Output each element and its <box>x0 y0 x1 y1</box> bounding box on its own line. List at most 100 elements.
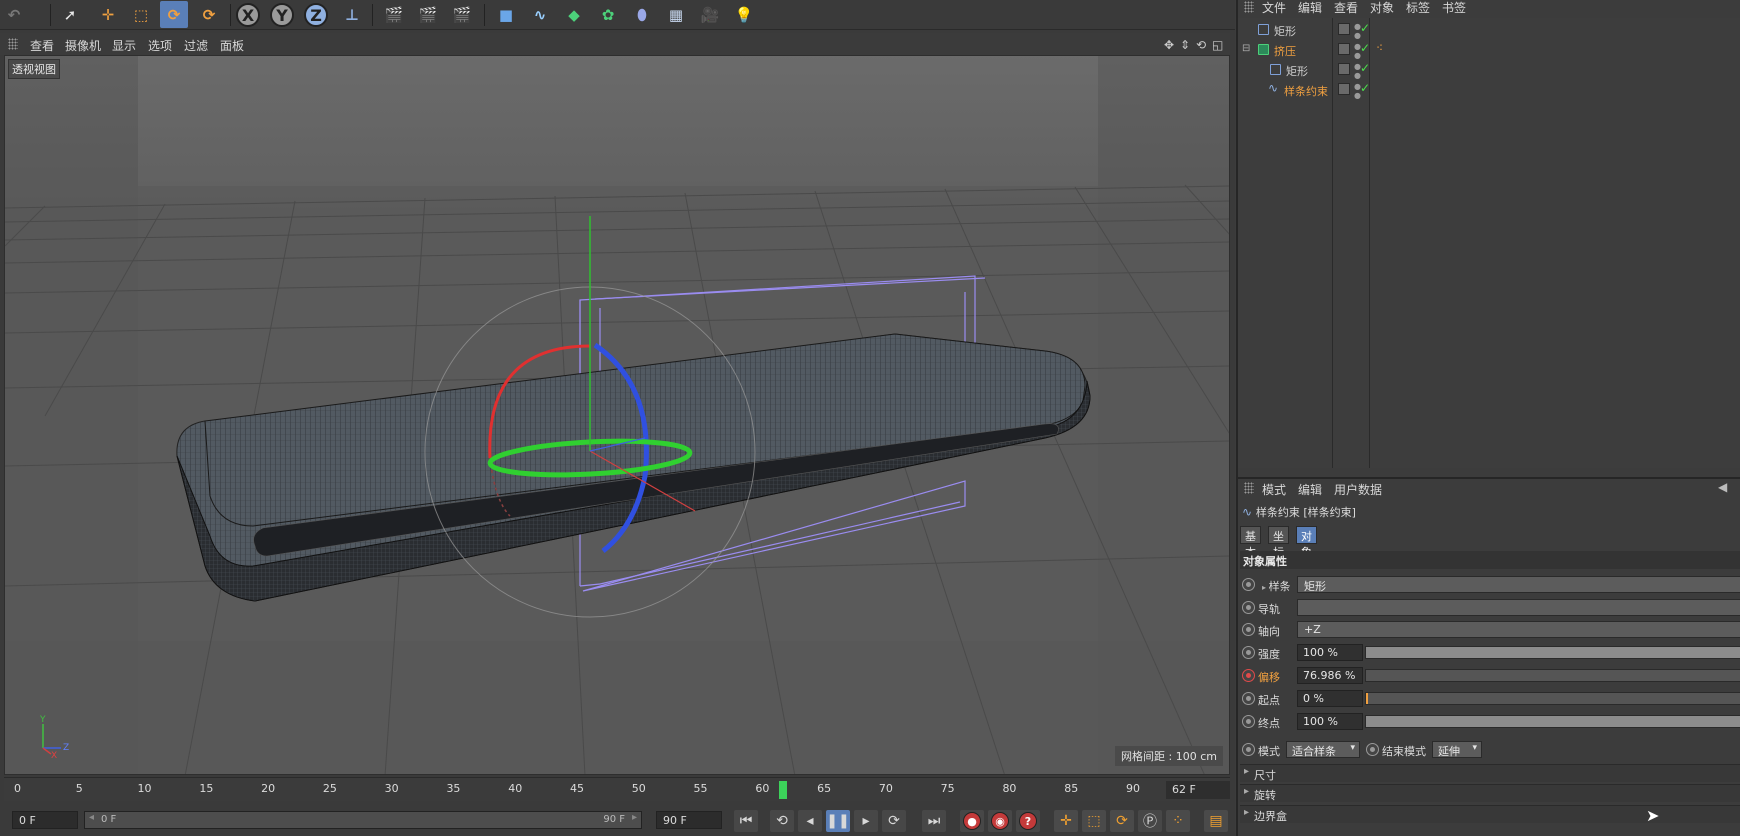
menu-camera[interactable]: 摄像机 <box>65 37 101 54</box>
x-axis-lock-button[interactable]: X <box>236 3 260 27</box>
keyframe-radio[interactable] <box>1242 578 1255 591</box>
render-view-icon[interactable]: 🎬 <box>380 1 408 28</box>
scale-icon[interactable]: ⬚ <box>127 1 155 28</box>
recent-tool-icon[interactable]: ⟳ <box>195 1 223 28</box>
end-input[interactable]: 100 % <box>1297 713 1363 730</box>
current-frame-field[interactable]: 62 F <box>1166 781 1230 799</box>
end-slider[interactable] <box>1365 715 1740 728</box>
menu-tags[interactable]: 标签 <box>1406 0 1430 16</box>
key-rotation-icon[interactable]: ⟳ <box>1110 810 1134 832</box>
enabled-check-icon[interactable]: ✓ <box>1360 41 1370 55</box>
animated-keyframe-radio[interactable] <box>1242 669 1255 682</box>
menu-panel[interactable]: 面板 <box>220 37 244 54</box>
object-row-extrude[interactable]: ⊟ 挤压 ● ● ✓ ⁖ <box>1238 40 1740 60</box>
key-scale-icon[interactable]: ⬚ <box>1082 810 1106 832</box>
collapse-icon[interactable]: ⊟ <box>1242 43 1250 54</box>
y-axis-lock-button[interactable]: Y <box>270 3 294 27</box>
strength-input[interactable]: 100 % <box>1297 644 1363 661</box>
menu-user-data[interactable]: 用户数据 <box>1334 481 1382 498</box>
tab-object[interactable]: 对象 <box>1296 526 1317 559</box>
range-left-arrow-icon[interactable]: ◂ <box>89 812 94 823</box>
enabled-check-icon[interactable]: ✓ <box>1360 61 1370 75</box>
maximize-view-icon[interactable]: ◱ <box>1212 38 1223 52</box>
keyframe-radio[interactable] <box>1366 743 1379 756</box>
key-pla-icon[interactable]: ⁘ <box>1166 810 1190 832</box>
cube-icon[interactable]: ■ <box>492 1 520 28</box>
menu-view[interactable]: 查看 <box>30 37 54 54</box>
move-icon[interactable]: ✛ <box>94 1 122 28</box>
menu-objects[interactable]: 对象 <box>1370 0 1394 16</box>
next-key-icon[interactable]: ⟳ <box>882 810 906 832</box>
go-to-start-icon[interactable]: ⏮ <box>734 810 758 832</box>
layer-box-icon[interactable] <box>1338 63 1350 75</box>
autokey-icon[interactable]: ◉ <box>988 810 1012 832</box>
floor-icon[interactable]: ▦ <box>662 1 690 28</box>
key-position-icon[interactable]: ✛ <box>1054 810 1078 832</box>
undo-icon[interactable]: ↶ <box>0 1 28 28</box>
timeline-ruler[interactable]: 0 5 10 15 20 25 30 35 40 45 50 55 60 65 70 75 80 85 90 62 … <box>4 777 1230 801</box>
layer-box-icon[interactable] <box>1338 23 1350 35</box>
grip-icon[interactable] <box>1244 482 1254 494</box>
menu-mode[interactable]: 模式 <box>1262 481 1286 498</box>
menu-edit[interactable]: 编辑 <box>1298 0 1322 16</box>
keyframe-radio[interactable] <box>1242 743 1255 756</box>
menu-options[interactable]: 选项 <box>148 37 172 54</box>
pan-icon[interactable]: ✥ <box>1164 38 1174 52</box>
offset-input[interactable]: 76.986 % <box>1297 667 1363 684</box>
start-frame-field[interactable]: 0 F <box>12 811 78 829</box>
tag-icon[interactable]: ⁖ <box>1376 41 1383 55</box>
offset-slider[interactable] <box>1365 669 1740 682</box>
layer-box-icon[interactable] <box>1338 83 1350 95</box>
enabled-check-icon[interactable]: ✓ <box>1360 81 1370 95</box>
viewport-label[interactable]: 透视视图 <box>8 59 60 79</box>
object-row-rectangle-child[interactable]: 矩形 ● ● ✓ <box>1238 60 1740 80</box>
pause-icon[interactable]: ❚❚ <box>826 810 850 832</box>
perspective-viewport[interactable]: 透视视图 网格间距 : 100 cm Y Z X <box>4 55 1230 775</box>
z-axis-lock-button[interactable]: Z <box>304 3 328 27</box>
menu-file[interactable]: 文件 <box>1262 0 1286 16</box>
enabled-check-icon[interactable]: ✓ <box>1360 21 1370 35</box>
subdivision-icon[interactable]: ◆ <box>560 1 588 28</box>
menu-view[interactable]: 查看 <box>1334 0 1358 16</box>
prev-key-icon[interactable]: ⟲ <box>770 810 794 832</box>
rotate-icon[interactable]: ⟳ <box>160 1 188 28</box>
layer-box-icon[interactable] <box>1338 43 1350 55</box>
mode-dropdown[interactable]: 适合样条 ▾ <box>1286 741 1360 758</box>
render-picture-viewer-icon[interactable]: 🎬 <box>414 1 442 28</box>
timeline-playhead[interactable] <box>779 781 788 799</box>
keyframe-radio[interactable] <box>1242 623 1255 636</box>
grip-icon[interactable] <box>1244 1 1254 13</box>
menu-display[interactable]: 显示 <box>112 37 136 54</box>
tab-coord[interactable]: 坐标 <box>1268 526 1289 559</box>
end-mode-dropdown[interactable]: 延伸 ▾ <box>1432 741 1482 758</box>
go-to-end-icon[interactable]: ⏭ <box>922 810 946 832</box>
orbit-icon[interactable]: ⟲ <box>1196 38 1206 52</box>
spline-link-field[interactable]: 矩形 <box>1297 576 1740 593</box>
group-bounding-box[interactable]: 边界盒 <box>1240 805 1740 823</box>
group-size[interactable]: 尺寸 <box>1240 764 1740 782</box>
object-row-spline-wrap[interactable]: ∿ 样条约束 ● ● ✓ <box>1238 80 1740 100</box>
start-input[interactable]: 0 % <box>1297 690 1363 707</box>
back-arrow-icon[interactable]: ◀ <box>1718 480 1727 494</box>
camera-icon[interactable]: 🎥 <box>696 1 724 28</box>
select-arrow-icon[interactable]: ➚ <box>56 1 84 28</box>
light-icon[interactable]: 💡 <box>730 1 758 28</box>
start-slider[interactable] <box>1365 692 1740 705</box>
keyframe-radio[interactable] <box>1242 601 1255 614</box>
tab-basic[interactable]: 基本 <box>1240 526 1261 559</box>
menu-filter[interactable]: 过滤 <box>184 37 208 54</box>
keyframe-selection-icon[interactable]: ? <box>1016 810 1040 832</box>
prev-frame-icon[interactable]: ◂ <box>798 810 822 832</box>
preview-range-slider[interactable]: ◂ 0 F 90 F ▸ <box>84 811 642 829</box>
strength-slider[interactable] <box>1365 646 1740 659</box>
key-parameter-icon[interactable]: Ⓟ <box>1138 810 1162 832</box>
grip-icon[interactable] <box>8 38 18 50</box>
coordinate-system-icon[interactable]: ⊥ <box>338 1 366 28</box>
keyframe-radio[interactable] <box>1242 692 1255 705</box>
render-settings-icon[interactable]: 🎬 <box>448 1 476 28</box>
object-row-rectangle[interactable]: 矩形 ● ● ✓ <box>1238 20 1740 40</box>
menu-bookmarks[interactable]: 书签 <box>1442 0 1466 16</box>
end-frame-field[interactable]: 90 F <box>656 811 722 829</box>
deformer-icon[interactable]: ⬮ <box>628 1 656 28</box>
keyframe-radio[interactable] <box>1242 646 1255 659</box>
